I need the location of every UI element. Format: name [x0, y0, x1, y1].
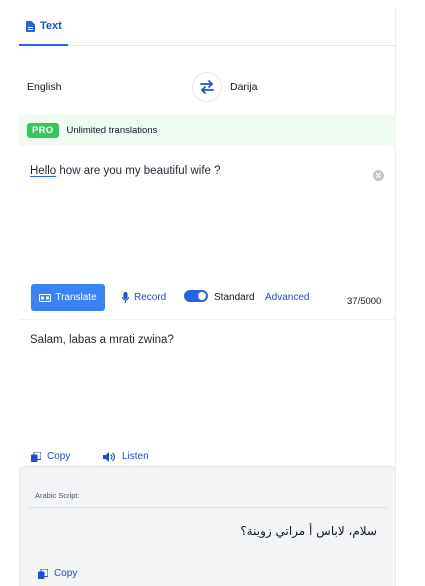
target-language[interactable]: Darija — [230, 81, 257, 93]
pro-text: Unlimited translations — [66, 125, 158, 136]
tab-text[interactable]: Text — [19, 8, 68, 46]
translate-button[interactable]: Translate — [31, 284, 105, 311]
swap-icon — [199, 80, 215, 94]
source-language[interactable]: English — [27, 81, 61, 93]
copy-label: Copy — [47, 451, 71, 462]
document-icon — [26, 20, 35, 32]
translation-output: Salam, labas a mrati zwina? — [30, 334, 174, 346]
card-divider — [28, 507, 388, 508]
listen-label: Listen — [122, 451, 149, 462]
standard-mode-label: Standard — [214, 292, 255, 303]
source-text-rest: how are you my beautiful wife ? — [56, 165, 221, 177]
clear-input-button[interactable] — [373, 170, 384, 181]
copy-icon — [31, 451, 41, 462]
translate-icon — [39, 293, 52, 302]
speaker-icon — [103, 451, 116, 462]
translator-panel: Text English Darija PRO Unlimited transl… — [19, 8, 396, 586]
close-icon — [376, 173, 381, 178]
arabic-script-label: Arabic Script: — [35, 491, 80, 500]
microphone-icon — [122, 292, 129, 303]
translate-label: Translate — [55, 292, 97, 303]
tab-bar: Text — [19, 8, 396, 46]
source-text-input[interactable]: Hello how are you my beautiful wife ? — [30, 165, 221, 177]
copy-translation-button[interactable]: Copy — [31, 451, 70, 462]
advanced-mode-link[interactable]: Advanced — [265, 292, 309, 303]
pro-banner: PRO Unlimited translations — [19, 115, 396, 146]
tab-text-label: Text — [40, 20, 62, 32]
copy-label: Copy — [54, 568, 78, 579]
arabic-script-text: سلام، لاباس أ مراتي زوينة؟ — [240, 524, 377, 538]
toggle-knob — [198, 292, 206, 300]
copy-arabic-button[interactable]: Copy — [38, 568, 77, 579]
swap-languages-button[interactable] — [192, 72, 222, 102]
character-counter: 37/5000 — [347, 296, 382, 307]
language-row: English Darija — [19, 64, 396, 108]
record-button[interactable]: Record — [122, 292, 166, 303]
section-divider — [19, 319, 396, 320]
listen-button[interactable]: Listen — [103, 451, 149, 462]
copy-icon — [38, 568, 48, 579]
pro-badge: PRO — [27, 123, 59, 138]
misspelled-word: Hello — [30, 165, 57, 177]
arabic-script-card: Arabic Script: سلام، لاباس أ مراتي زوينة… — [19, 466, 396, 586]
standard-mode-toggle[interactable] — [184, 290, 208, 302]
record-label: Record — [134, 292, 167, 303]
